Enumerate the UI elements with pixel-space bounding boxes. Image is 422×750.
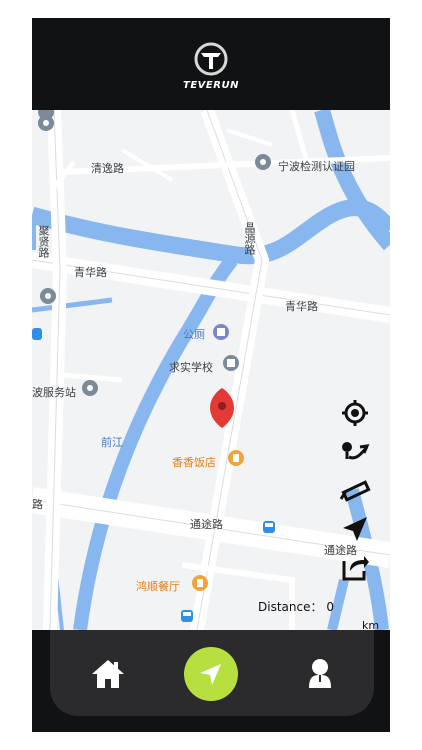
share-icon <box>342 556 369 581</box>
map-label: 路 <box>32 498 43 511</box>
map-label: 鸿顺餐厅 <box>136 580 180 593</box>
bus-stop-icon <box>263 521 275 533</box>
map-label: 清逸路 <box>91 162 124 175</box>
map-label: 前江 <box>101 436 123 449</box>
brand-name: TEVERUN <box>183 80 239 91</box>
navigate-button[interactable] <box>336 514 374 544</box>
share-button[interactable] <box>336 553 374 583</box>
poi-pin-icon <box>40 288 56 304</box>
header: TEVERUN <box>32 18 390 110</box>
user-icon <box>309 659 331 688</box>
school-pin-icon <box>223 355 239 371</box>
restroom-pin-icon <box>213 324 229 340</box>
map-label: 香香饭店 <box>172 456 216 469</box>
map-label: 求实学校 <box>169 361 213 374</box>
restaurant-pin-icon <box>228 450 244 466</box>
map-label: 宁波检测认证园 <box>278 160 355 173</box>
map-label: 青华路 <box>285 300 318 313</box>
map-label: 通途路 <box>190 518 223 531</box>
map-label: 公厕 <box>183 328 205 341</box>
bottom-navigation <box>50 630 374 716</box>
map-label: 聚贤路 <box>37 225 50 258</box>
measure-button[interactable] <box>336 476 374 506</box>
route-icon <box>342 442 370 460</box>
map-view[interactable]: 清逸路 宁波检测认证园 聚贤路 青华路 青华路 公厕 求实学校 波服务站 前江 … <box>32 110 390 630</box>
poi-pin-icon <box>82 380 98 396</box>
home-tab[interactable] <box>81 647 135 701</box>
ruler-icon <box>339 480 371 502</box>
distance-label: Distance： <box>258 600 323 614</box>
home-icon <box>92 660 124 688</box>
route-button[interactable] <box>336 436 374 466</box>
locate-button[interactable] <box>336 398 374 428</box>
distance-readout: Distance： 0 <box>258 598 334 615</box>
brand-logo: TEVERUN <box>32 18 390 110</box>
navigation-arrow-icon <box>343 517 367 541</box>
map-label: 晶源路 <box>243 222 256 255</box>
locate-target-icon <box>342 400 368 426</box>
map-label: 青华路 <box>74 266 107 279</box>
bus-stop-icon <box>181 610 193 622</box>
navigation-icon <box>200 664 221 685</box>
restaurant-pin-icon <box>192 575 208 591</box>
bus-stop-icon <box>32 328 42 340</box>
map-tab[interactable] <box>184 647 238 701</box>
map-label: 波服务站 <box>32 386 76 399</box>
user-tab[interactable] <box>293 647 347 701</box>
distance-value: 0 <box>326 600 334 614</box>
teverun-logo-icon <box>194 42 228 76</box>
poi-pin-icon <box>255 154 271 170</box>
